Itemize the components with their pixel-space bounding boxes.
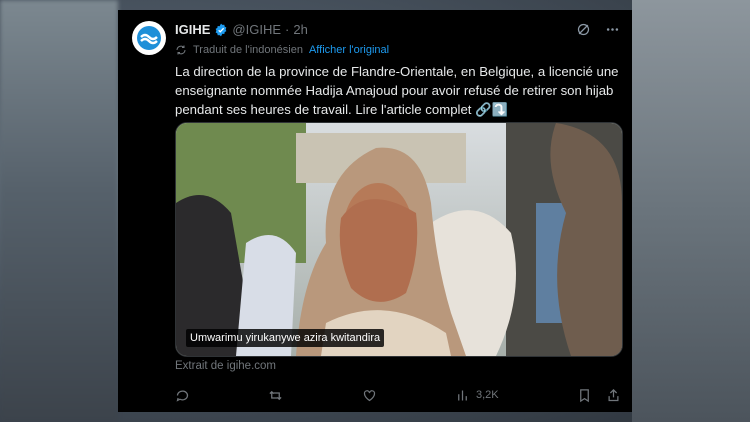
translation-note: Traduit de l'indonésien (193, 44, 303, 56)
translation-info: Traduit de l'indonésien Afficher l'origi… (175, 44, 389, 56)
secondary-actions (577, 388, 621, 403)
translate-icon (176, 45, 186, 55)
blurred-background-right (632, 0, 750, 422)
views-icon (458, 390, 467, 400)
reply-icon (176, 390, 189, 402)
reply-button[interactable] (175, 388, 190, 403)
post-time[interactable]: 2h (293, 22, 307, 37)
top-right-actions (576, 22, 620, 37)
bookmark-button[interactable] (577, 388, 592, 403)
show-original-link[interactable]: Afficher l'original (309, 44, 389, 56)
views-button[interactable]: 3,2K (455, 388, 499, 403)
retweet-button[interactable] (268, 388, 283, 403)
media-caption: Umwarimu yirukanywe azira kwitandira (186, 329, 385, 347)
news-photo (176, 123, 622, 356)
author-name[interactable]: IGIHE (175, 22, 210, 37)
blurred-background-left (0, 0, 118, 422)
like-button[interactable] (362, 388, 377, 403)
share-button[interactable] (606, 388, 621, 403)
verified-badge-icon (216, 23, 227, 36)
tweet-card[interactable]: IGIHE @IGIHE · 2h Traduit de l'indonésie… (118, 10, 632, 412)
more-icon[interactable] (605, 22, 620, 37)
tweet-text: La direction de la province de Flandre-O… (175, 64, 619, 117)
avatar[interactable] (132, 21, 166, 55)
retweet-icon (269, 390, 282, 400)
igihe-logo-icon (137, 26, 161, 50)
views-count: 3,2K (475, 389, 499, 401)
author-handle[interactable]: @IGIHE (232, 22, 281, 37)
media-preview[interactable]: Umwarimu yirukanywe azira kwitandira (175, 122, 623, 357)
like-icon (363, 389, 375, 401)
share-icon (608, 388, 619, 401)
separator-dot: · (285, 22, 290, 37)
bookmark-icon (580, 388, 589, 402)
tweet-header: IGIHE @IGIHE · 2h (175, 22, 308, 37)
grok-icon[interactable] (576, 22, 591, 37)
tweet-actions: 3,2K (175, 385, 621, 405)
link-source[interactable]: Extrait de igihe.com (175, 360, 276, 372)
